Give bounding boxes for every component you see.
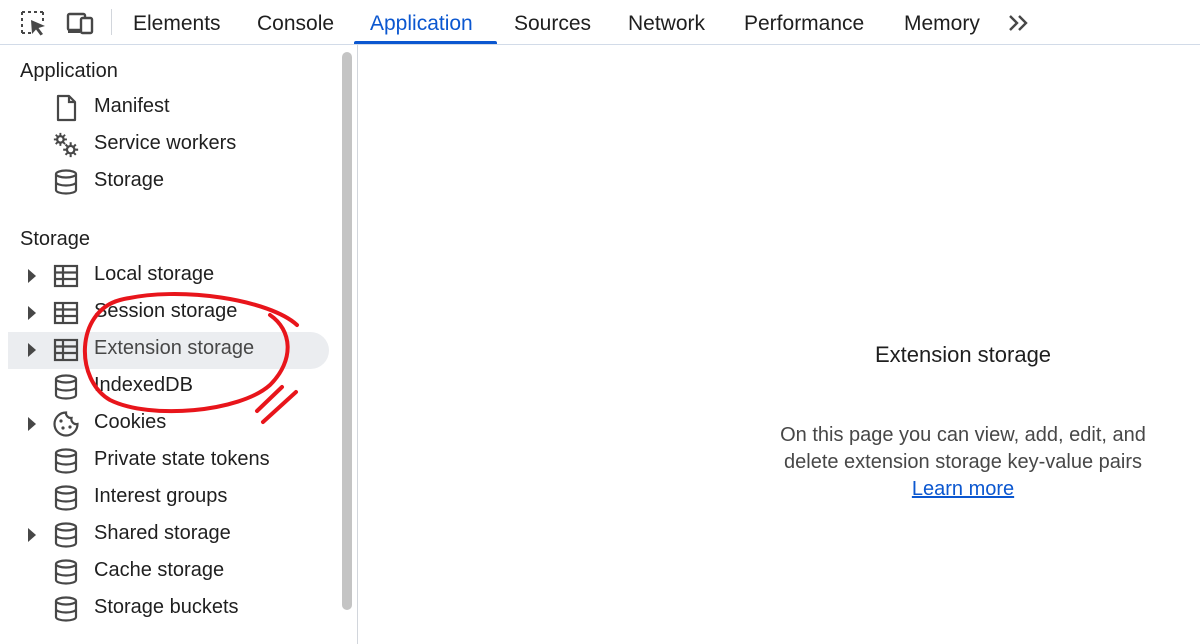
sidebar-item-label: Storage [94, 169, 165, 191]
database-icon [52, 447, 80, 475]
sidebar-item-label: Local storage [94, 263, 215, 285]
cookie-icon [52, 410, 80, 438]
sidebar-item-interest-groups[interactable]: Interest groups [0, 480, 330, 517]
sidebar-item-private-state-tokens[interactable]: Private state tokens [0, 443, 330, 480]
sidebar-item-storage-buckets[interactable]: Storage buckets [0, 591, 330, 628]
sidebar-item-label: Storage buckets [94, 596, 239, 618]
devtools-tab-bar: Elements Console Application Sources Net… [0, 0, 1200, 45]
sidebar-item-label: Private state tokens [94, 448, 270, 470]
device-toolbar-icon[interactable] [66, 8, 96, 38]
inspect-element-icon[interactable] [18, 8, 48, 38]
active-tab-indicator [354, 41, 497, 44]
table-icon [52, 262, 80, 290]
sidebar-item-label: IndexedDB [94, 374, 193, 396]
expand-arrow-icon[interactable] [28, 306, 36, 320]
database-icon [52, 373, 80, 401]
database-icon [52, 168, 80, 196]
empty-state-title: Extension storage [874, 342, 1052, 367]
sidebar-item-local-storage[interactable]: Local storage [0, 258, 330, 295]
table-icon [52, 299, 80, 327]
sidebar-item-manifest[interactable]: Manifest [0, 90, 330, 127]
section-header-storage: Storage [20, 228, 91, 250]
expand-arrow-icon[interactable] [28, 269, 36, 283]
learn-more-link[interactable]: Learn more [912, 478, 1014, 500]
expand-arrow-icon[interactable] [28, 528, 36, 542]
gears-icon [52, 131, 80, 159]
expand-arrow-icon[interactable] [28, 417, 36, 431]
empty-state-description: On this page you can view, add, edit, an… [762, 422, 1164, 503]
tab-network[interactable]: Network [628, 0, 705, 45]
sidebar-item-label: Manifest [94, 95, 170, 117]
sidebar-item-service-workers[interactable]: Service workers [0, 127, 330, 164]
sidebar-item-cache-storage[interactable]: Cache storage [0, 554, 330, 591]
sidebar-item-label: Cookies [94, 411, 167, 433]
sidebar-item-label: Session storage [94, 300, 238, 322]
tab-sources[interactable]: Sources [514, 0, 591, 45]
section-header-application: Application [20, 60, 118, 82]
sidebar-item-label: Interest groups [94, 485, 228, 507]
sidebar-scrollbar-thumb[interactable] [342, 52, 352, 610]
tab-elements[interactable]: Elements [133, 0, 221, 45]
sidebar-item-shared-storage[interactable]: Shared storage [0, 517, 330, 554]
sidebar-item-label: Shared storage [94, 522, 231, 544]
database-icon [52, 484, 80, 512]
description-text: On this page you can view, add, edit, an… [780, 424, 1146, 473]
tab-application[interactable]: Application [370, 0, 473, 45]
sidebar-item-cookies[interactable]: Cookies [0, 406, 330, 443]
more-tabs-icon[interactable] [1004, 8, 1034, 38]
sidebar-item-label: Cache storage [94, 559, 225, 581]
sidebar-item-storage[interactable]: Storage [0, 164, 330, 201]
database-icon [52, 558, 80, 586]
database-icon [52, 595, 80, 623]
tab-memory[interactable]: Memory [904, 0, 980, 45]
database-icon [52, 521, 80, 549]
tab-console[interactable]: Console [257, 0, 334, 45]
sidebar-item-session-storage[interactable]: Session storage [0, 295, 330, 332]
tab-performance[interactable]: Performance [744, 0, 864, 45]
sidebar-item-label: Service workers [94, 132, 237, 154]
toolbar-separator [111, 9, 112, 35]
document-icon [52, 94, 80, 122]
sidebar-item-indexeddb[interactable]: IndexedDB [0, 369, 330, 406]
